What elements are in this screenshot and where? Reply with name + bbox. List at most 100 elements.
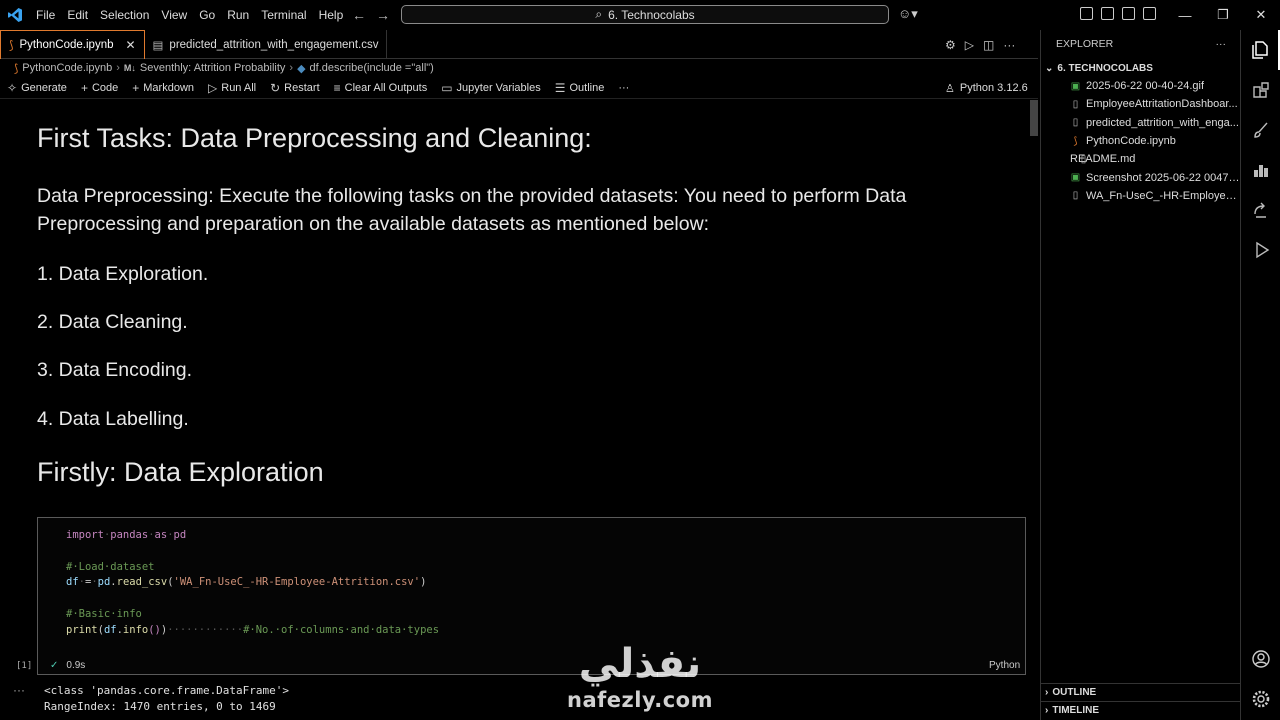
cell-execution-count: [1] — [16, 661, 33, 671]
remote-icon[interactable] — [1242, 190, 1280, 230]
menu-terminal[interactable]: Terminal — [255, 0, 312, 30]
back-arrow-icon[interactable]: ← — [352, 7, 366, 23]
code-label: Code — [91, 81, 119, 94]
file-icon: ▯ — [1072, 117, 1079, 129]
code-string: 'WA_Fn-UseC_-HR-Employee-Attrition.csv' — [173, 576, 421, 589]
generate-button[interactable]: ✧ Generate — [0, 81, 74, 95]
restore-icon[interactable]: ❐ — [1204, 0, 1242, 30]
minimize-icon[interactable]: — — [1166, 0, 1204, 30]
menu-run[interactable]: Run — [221, 0, 255, 30]
menu-bar: File Edit Selection View Go Run Terminal… — [30, 0, 349, 30]
more-toolbar-icon[interactable]: ··· — [611, 82, 636, 94]
clear-all-outputs-label: Clear All Outputs — [344, 81, 428, 94]
restart-icon: ↻ — [270, 80, 281, 95]
file-item[interactable]: ▣ Screenshot 2025-06-22 00475... — [1041, 168, 1240, 186]
code-comment: #·No.·of·columns·and·data·types — [243, 623, 440, 636]
jupyter-variables-button[interactable]: ▭ Jupyter Variables — [434, 81, 548, 95]
outline-section-label: OUTLINE — [1052, 687, 1097, 698]
extensions-icon[interactable] — [1242, 70, 1280, 110]
python-icon: ◆ — [297, 62, 306, 75]
activity-bar — [1242, 30, 1280, 720]
search-label: 6. Technocolabs — [608, 7, 695, 22]
markdown-paragraph: Data Preprocessing: Execute the followin… — [37, 185, 907, 235]
menu-file[interactable]: File — [30, 0, 61, 30]
chevron-right-icon: › — [289, 62, 294, 74]
editor-scrollbar[interactable] — [1030, 100, 1038, 136]
code-token: print — [66, 623, 98, 636]
add-code-button[interactable]: + Code — [74, 81, 125, 95]
breadcrumb-symbol[interactable]: df.describe(include ="all") — [310, 62, 434, 74]
explorer-sidebar: EXPLORER ··· ⌄ 6. TECHNOCOLABS ▣ 2025-06… — [1040, 30, 1241, 720]
menu-selection[interactable]: Selection — [94, 0, 155, 30]
more-actions-icon[interactable]: ··· — [1216, 38, 1227, 50]
add-markdown-button[interactable]: + Markdown — [125, 81, 201, 95]
run-debug-icon[interactable] — [1242, 230, 1280, 270]
tab-predicted-attrition[interactable]: ▤ predicted_attrition_with_engagement.cs… — [145, 30, 388, 59]
kernel-picker[interactable]: ♙ Python 3.12.6 — [945, 77, 1028, 99]
chart-icon[interactable] — [1242, 150, 1280, 190]
file-item[interactable]: ▯ predicted_attrition_with_enga... — [1041, 114, 1240, 132]
file-name: PythonCode.ipynb — [1086, 135, 1176, 148]
jupyter-variables-label: Jupyter Variables — [456, 81, 541, 94]
kernel-icon: ♙ — [945, 82, 955, 95]
copilot-icon[interactable]: ☺▾ — [898, 6, 918, 22]
split-editor-icon[interactable]: ◫ — [983, 38, 994, 52]
outline-button[interactable]: ☰ Outline — [548, 81, 612, 95]
markdown-icon: ▯ — [1080, 153, 1087, 165]
menu-edit[interactable]: Edit — [61, 0, 94, 30]
file-item[interactable]: ▯ README.md — [1041, 150, 1240, 168]
file-item[interactable]: ▯ EmployeeAttritationDashboar... — [1041, 95, 1240, 113]
more-actions-icon[interactable]: ··· — [1003, 38, 1015, 52]
command-center-search[interactable]: ⌕ 6. Technocolabs — [401, 5, 889, 24]
toggle-panel-icon[interactable] — [1122, 7, 1135, 20]
timeline-section[interactable]: › TIMELINE — [1041, 701, 1240, 719]
run-all-label: Run All — [221, 81, 257, 94]
settings-gear-icon[interactable] — [1242, 682, 1280, 716]
file-icon: ▤ — [152, 39, 164, 52]
output-more-icon[interactable]: ··· — [13, 683, 25, 697]
file-item[interactable]: ▣ 2025-06-22 00-40-24.gif — [1041, 77, 1240, 95]
file-item[interactable]: ⟆ PythonCode.ipynb — [1041, 132, 1240, 150]
explorer-title: EXPLORER — [1056, 38, 1114, 50]
folder-label: 6. TECHNOCOLABS — [1057, 62, 1153, 74]
folder-technocolabs[interactable]: ⌄ 6. TECHNOCOLABS — [1041, 59, 1240, 77]
explorer-icon[interactable] — [1242, 30, 1280, 70]
editor-tabs: ⟆ PythonCode.ipynb ✕ ▤ predicted_attriti… — [0, 30, 1038, 59]
cell-language[interactable]: Python — [989, 660, 1020, 671]
breadcrumb-section[interactable]: Seventhly: Attrition Probability — [140, 62, 286, 74]
file-name: 2025-06-22 00-40-24.gif — [1086, 80, 1205, 93]
menu-view[interactable]: View — [155, 0, 193, 30]
tab-actions: ⚙ ▷ ◫ ··· — [945, 30, 1015, 59]
code-cell[interactable]: import·pandas·as·pd #·Load·dataset df·=·… — [37, 517, 1026, 675]
sparkle-icon: ✧ — [7, 80, 18, 95]
run-icon[interactable]: ▷ — [965, 38, 974, 52]
code-token: read_csv — [116, 576, 168, 589]
watermark-arabic: نفذلي — [578, 641, 702, 687]
file-icon: ▯ — [1072, 98, 1079, 110]
clear-all-outputs-button[interactable]: ≡ Clear All Outputs — [327, 81, 435, 95]
toggle-primary-sidebar-icon[interactable] — [1101, 7, 1114, 20]
forward-arrow-icon[interactable]: → — [376, 7, 390, 23]
close-window-icon[interactable]: ✕ — [1242, 0, 1280, 30]
account-icon[interactable] — [1242, 642, 1280, 676]
outline-section[interactable]: › OUTLINE — [1041, 683, 1240, 701]
breadcrumb-file[interactable]: PythonCode.ipynb — [22, 62, 112, 74]
code-editor[interactable]: import·pandas·as·pd #·Load·dataset df·=·… — [66, 528, 1025, 639]
tab-pythoncode[interactable]: ⟆ PythonCode.ipynb ✕ — [0, 30, 145, 59]
close-icon[interactable]: ✕ — [125, 38, 135, 52]
customize-layout-icon[interactable] — [1080, 7, 1093, 20]
notebook-toolbar: ✧ Generate + Code + Markdown ▷ Run All ↻… — [0, 77, 1038, 99]
list-item: 2. Data Cleaning. — [37, 311, 188, 333]
brush-icon[interactable] — [1242, 110, 1280, 150]
toggle-secondary-sidebar-icon[interactable] — [1143, 7, 1156, 20]
file-item[interactable]: ▯ WA_Fn-UseC_-HR-Employee-... — [1041, 187, 1240, 205]
plus-icon: + — [132, 80, 140, 95]
title-bar: File Edit Selection View Go Run Terminal… — [0, 0, 1280, 30]
menu-help[interactable]: Help — [313, 0, 350, 30]
restart-button[interactable]: ↻ Restart — [263, 81, 327, 95]
menu-go[interactable]: Go — [193, 0, 221, 30]
tab-label: PythonCode.ipynb — [19, 39, 114, 51]
code-token: pd — [173, 529, 187, 541]
run-all-button[interactable]: ▷ Run All — [201, 81, 263, 95]
gear-icon[interactable]: ⚙ — [945, 38, 956, 52]
